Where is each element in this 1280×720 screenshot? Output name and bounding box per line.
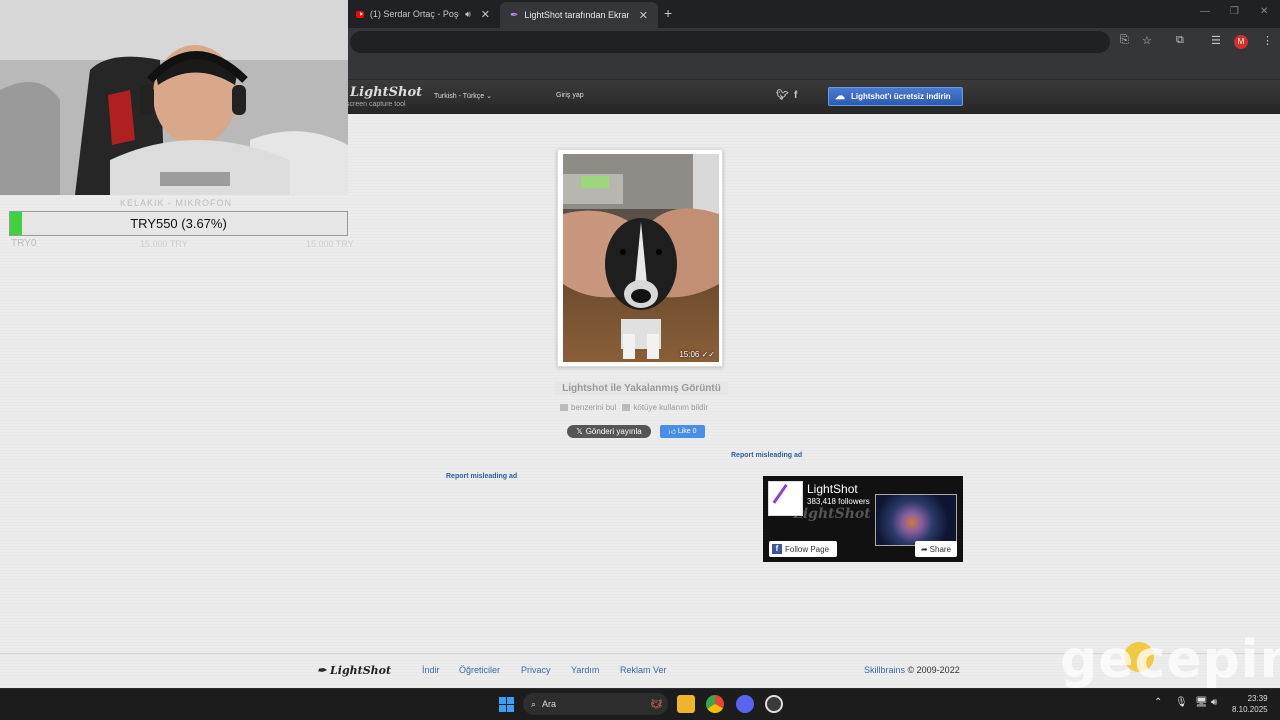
minimize-icon[interactable]: — (1200, 6, 1210, 17)
tweet-button-label: Gönderi yayınla (585, 427, 642, 436)
profile-avatar[interactable]: M (1234, 35, 1248, 49)
facebook-icon[interactable]: f (794, 90, 797, 101)
youtube-icon (356, 10, 364, 18)
speaker-icon[interactable]: 🔊︎ (465, 9, 471, 20)
double-check-icon: ✓✓ (701, 350, 715, 359)
network-icon[interactable]: 🖥︎ (1195, 697, 1208, 708)
tweet-button[interactable]: 𝕏 Gönderi yayınla (567, 425, 651, 438)
chevron-down-icon: ⌄ (486, 93, 493, 100)
page-name[interactable]: LightShot (807, 482, 858, 496)
thumbs-up-icon: 👍︎ (668, 429, 676, 436)
menu-dots-icon[interactable]: ⋮ (1262, 34, 1273, 47)
address-bar[interactable] (350, 31, 1110, 53)
footer-link-help[interactable]: Yardım (571, 665, 599, 675)
chrome-icon[interactable] (706, 695, 724, 713)
maximize-icon[interactable]: ❐ (1230, 6, 1239, 17)
clock-date: 8.10.2025 (1232, 705, 1268, 714)
close-tab-icon[interactable]: ✕ (481, 8, 490, 21)
language-selector[interactable]: Turkish - Türkçe ⌄ (434, 92, 492, 100)
skillbrains-link[interactable]: Skillbrains (864, 665, 905, 675)
tab-title: LightShot tarafından Ekran Görü (524, 10, 628, 20)
lightshot-logo[interactable]: LightShot (350, 85, 422, 100)
language-label: Turkish - Türkçe (434, 93, 485, 100)
footer-link-tutorials[interactable]: Öğreticiler (459, 665, 500, 675)
report-ad-link-left[interactable]: Report misleading ad (446, 473, 517, 480)
footer-link-advertise[interactable]: Reklam Ver (620, 665, 667, 675)
footer-copyright: Skillbrains © 2009-2022 (864, 665, 960, 675)
trash-icon (622, 404, 631, 411)
photo-timestamp: 15:06 ✓✓ (679, 350, 715, 359)
taskbar-search[interactable]: ⌕ Ara 🐙︎ (523, 693, 668, 715)
x-logo-icon: 𝕏 (576, 427, 583, 436)
stream-watermark: gecepin (1060, 630, 1280, 690)
install-app-icon[interactable]: ⎘ (1120, 34, 1129, 47)
close-window-icon[interactable]: ✕ (1260, 6, 1268, 17)
screenshot-image[interactable]: 15:06 ✓✓ (563, 154, 719, 362)
report-ad-link-right[interactable]: Report misleading ad (731, 452, 802, 459)
login-link[interactable]: Giriş yap (556, 92, 584, 99)
screen: (1) Serdar Ortaç - Poşet - Yo 🔊︎ ✕ ✒︎ Li… (0, 0, 1280, 720)
image-icon (560, 404, 568, 411)
new-tab-button[interactable]: + (664, 5, 672, 21)
footer-link-privacy[interactable]: Privacy (521, 665, 551, 675)
donation-progress-bar: TRY550 (3.67%) (9, 211, 348, 236)
reading-list-icon[interactable]: ☰ (1211, 34, 1221, 47)
volume-icon[interactable]: 🔊︎ (1211, 697, 1217, 708)
overlay-caption: KELAKIK - MIKROFON (120, 198, 233, 208)
facebook-icon: f (772, 544, 782, 554)
progress-mid-label: 15.000 TRY (140, 239, 188, 249)
report-abuse-link[interactable]: kötüye kullanım bildir (622, 403, 708, 412)
obs-icon[interactable] (765, 695, 783, 713)
image-actions: benzerini bul kötüye kullanım bildir (560, 403, 708, 412)
taskbar-clock[interactable]: 23:39 8.10.2025 (1232, 693, 1268, 715)
lightshot-page-logo[interactable] (768, 481, 803, 516)
footer-logo[interactable]: ✒ LightShot (317, 664, 391, 677)
screenshot-frame[interactable]: 15:06 ✓✓ (557, 149, 723, 367)
lightshot-feather-icon: ✒︎ (510, 9, 519, 21)
progress-max-label: 15.000 TRY (306, 239, 354, 249)
like-button-label: Like 0 (677, 428, 697, 435)
follow-label: Follow Page (785, 544, 830, 554)
discord-icon[interactable] (736, 695, 754, 713)
follow-page-button[interactable]: f Follow Page (769, 541, 837, 557)
download-button-label: Lightshot'ı ücretsiz indirin (851, 92, 951, 101)
facebook-like-button[interactable]: 👍︎ Like 0 (660, 425, 705, 438)
footer-link-download[interactable]: İndir (422, 665, 440, 675)
image-title: Lightshot ile Yakalanmış Görüntü (555, 382, 728, 395)
bookmark-star-icon[interactable]: ☆ (1142, 34, 1152, 47)
twitter-icon[interactable]: 🐦︎ (776, 90, 789, 101)
logo-subtitle: screen capture tool (346, 101, 406, 108)
extensions-icon[interactable]: ⧉ (1176, 34, 1184, 47)
tray-chevron-icon[interactable]: ⌃ (1154, 697, 1162, 708)
widget-background-logo: LightShot (793, 506, 871, 522)
progress-text: TRY550 (3.67%) (130, 216, 227, 231)
progress-min-label: TRY0 (11, 238, 37, 249)
webcam-overlay (0, 0, 348, 195)
dog-photo (563, 154, 719, 362)
find-similar-link[interactable]: benzerini bul (560, 403, 616, 412)
share-label: Share (929, 544, 952, 554)
search-icon: ⌕ (531, 698, 537, 709)
cover-preview (875, 494, 957, 546)
facebook-page-widget[interactable]: LightShot LightShot 383,418 followers f … (763, 476, 963, 562)
search-placeholder: Ara (542, 699, 557, 709)
follower-count: 383,418 followers (807, 497, 870, 506)
streamer-webcam (0, 0, 348, 195)
download-button[interactable]: ☁︎ Lightshot'ı ücretsiz indirin (828, 87, 963, 106)
file-explorer-icon[interactable] (677, 695, 695, 713)
tab-youtube[interactable]: (1) Serdar Ortaç - Poşet - Yo 🔊︎ ✕ (346, 4, 500, 24)
download-cloud-icon: ☁︎ (835, 91, 845, 102)
microphone-icon[interactable]: 🎙︎ (1175, 697, 1188, 708)
clock-time: 23:39 (1247, 694, 1268, 703)
share-arrow-icon: ➦ (920, 544, 928, 554)
search-highlight-icon: 🐙︎ (650, 698, 662, 709)
tab-title: (1) Serdar Ortaç - Poşet - Yo (369, 9, 459, 19)
tab-lightshot[interactable]: ✒︎ LightShot tarafından Ekran Görü ✕ (500, 2, 658, 28)
share-button[interactable]: ➦ Share (915, 541, 957, 557)
close-tab-icon[interactable]: ✕ (639, 9, 648, 22)
windows-start-icon[interactable] (499, 697, 514, 712)
